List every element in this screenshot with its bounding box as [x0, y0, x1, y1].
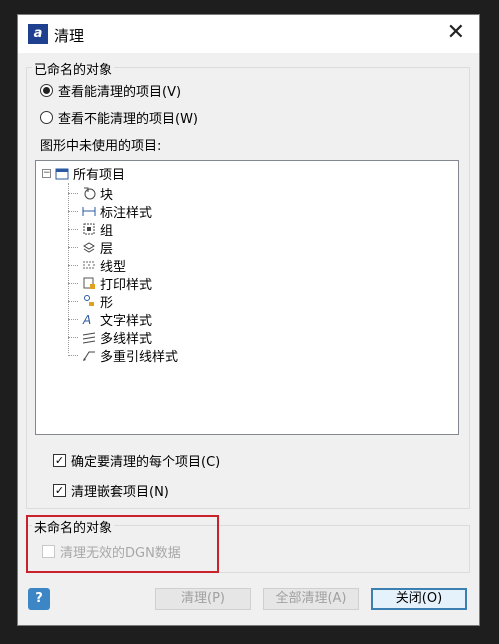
unused-items-tree[interactable]: − 所有项目 块标注样式组层线型打印样式形 A 文字样式多线样式多重引线样式	[35, 160, 459, 435]
tree-item[interactable]: 打印样式	[68, 274, 153, 293]
tree-connector	[68, 318, 78, 320]
tree-item-label: 标注样式	[100, 205, 153, 221]
radio-view-not-purgeable[interactable]: 查看不能清理的项目(W)	[40, 108, 198, 127]
title-bar[interactable]: a 清理 ✕	[18, 15, 479, 53]
tree-item-label: 层	[100, 241, 114, 257]
tree-root-all-items[interactable]: − 所有项目	[42, 164, 125, 183]
tree-item-label: 组	[100, 223, 114, 239]
highlight-box	[26, 515, 219, 573]
radio-unselected-icon[interactable]	[40, 111, 53, 124]
block-icon	[84, 187, 96, 200]
named-objects-label: 已命名的对象	[32, 59, 115, 78]
collapse-icon[interactable]: −	[42, 169, 51, 178]
tree-root-label: 所有项目	[73, 168, 126, 183]
tree-connector	[68, 282, 78, 284]
tree-item[interactable]: 组	[68, 220, 114, 239]
tree-connector	[68, 228, 78, 230]
tree-heading: 图形中未使用的项目:	[40, 139, 162, 154]
tree-item-label: 多线样式	[100, 331, 153, 347]
checkbox-checked-icon[interactable]: ✓	[53, 454, 66, 467]
tree-connector	[68, 336, 78, 338]
tree-item[interactable]: 线型	[68, 256, 127, 275]
svg-text:A: A	[82, 313, 91, 326]
tree-connector	[68, 246, 78, 248]
layer-icon	[83, 242, 95, 253]
radio-selected-icon[interactable]	[40, 84, 53, 97]
text-style-icon: A	[82, 313, 91, 326]
checkbox-checked-icon[interactable]: ✓	[53, 484, 66, 497]
purge-nested-label: 清理嵌套项目(N)	[71, 485, 169, 500]
app-logo-icon: a	[28, 24, 48, 44]
plot-style-icon	[83, 277, 95, 289]
dimension-style-icon	[82, 207, 96, 216]
tree-item[interactable]: 块	[68, 184, 114, 203]
tree-item[interactable]: 层	[68, 238, 114, 257]
tree-item-label: 多重引线样式	[100, 349, 179, 365]
multiline-style-icon	[82, 332, 96, 344]
tree-item[interactable]: 标注样式	[68, 202, 153, 221]
purge-nested-checkbox[interactable]: ✓ 清理嵌套项目(N)	[53, 481, 169, 500]
help-button[interactable]: ?	[28, 588, 50, 610]
mleader-style-icon	[83, 351, 95, 361]
tree-item-label: 文字样式	[100, 313, 153, 329]
radio-view-not-purgeable-label: 查看不能清理的项目(W)	[58, 112, 198, 127]
linetype-icon	[83, 261, 95, 269]
group-icon	[83, 223, 95, 235]
purge-dialog: a 清理 ✕ 已命名的对象 查看能清理的项目(V) 查看不能清理的项目(W) 图…	[17, 14, 480, 626]
tree-item[interactable]: 多线样式	[68, 328, 153, 347]
tree-item-label: 形	[100, 295, 114, 311]
confirm-each-checkbox[interactable]: ✓ 确定要清理的每个项目(C)	[53, 451, 220, 470]
tree-item[interactable]: 多重引线样式	[68, 346, 179, 365]
radio-view-purgeable-label: 查看能清理的项目(V)	[58, 85, 182, 100]
tree-item[interactable]: 形	[68, 292, 114, 311]
confirm-each-label: 确定要清理的每个项目(C)	[71, 455, 221, 470]
tree-connector	[68, 264, 78, 266]
shape-icon	[84, 295, 94, 306]
tree-item-label: 线型	[100, 259, 127, 275]
purge-button[interactable]: 清理(P)	[155, 588, 251, 610]
tree-item-label: 打印样式	[100, 277, 153, 293]
tree-connector	[68, 300, 78, 302]
close-icon[interactable]: ✕	[447, 20, 465, 46]
tree-connector	[68, 210, 78, 212]
all-items-icon	[55, 168, 69, 179]
close-button[interactable]: 关闭(O)	[371, 588, 467, 610]
radio-view-purgeable[interactable]: 查看能清理的项目(V)	[40, 81, 181, 100]
tree-item[interactable]: A 文字样式	[68, 310, 153, 329]
window-title: 清理	[54, 27, 85, 45]
tree-connector	[68, 354, 78, 356]
tree-connector	[68, 192, 78, 194]
purge-all-button[interactable]: 全部清理(A)	[263, 588, 359, 610]
tree-item-label: 块	[100, 187, 114, 203]
